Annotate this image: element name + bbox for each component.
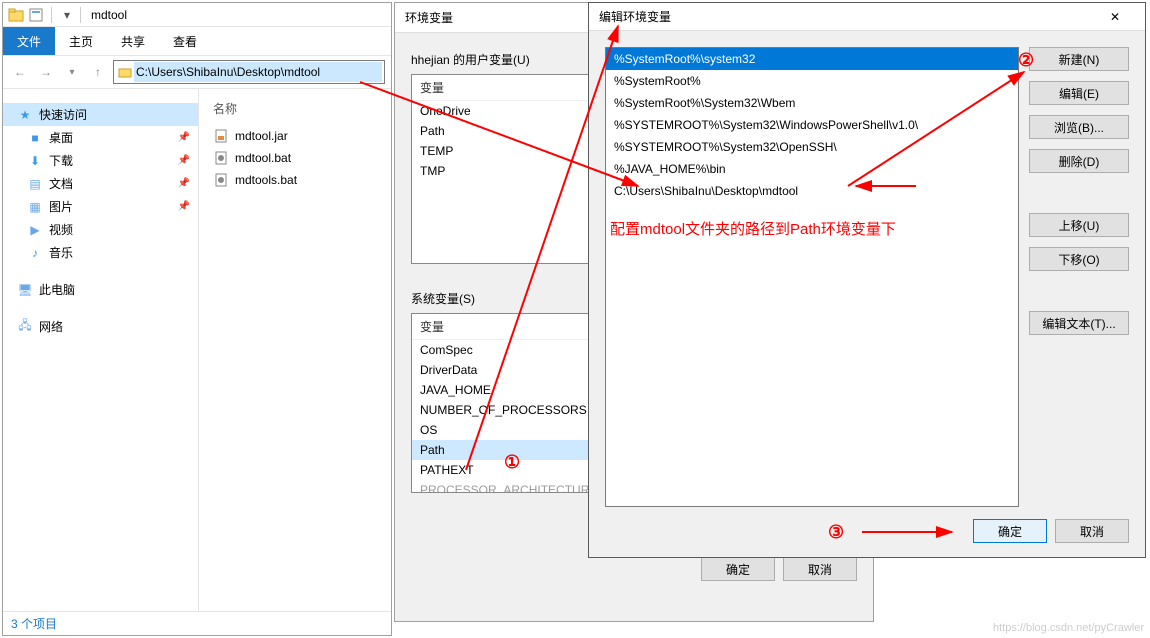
list-item[interactable]: %SystemRoot%\System32\Wbem bbox=[606, 92, 1018, 114]
tab-home[interactable]: 主页 bbox=[55, 27, 107, 55]
dropdown-icon[interactable]: ▾ bbox=[58, 6, 76, 24]
list-item[interactable]: %JAVA_HOME%\bin bbox=[606, 158, 1018, 180]
documents-icon: ▤ bbox=[27, 176, 43, 192]
file-row[interactable]: mdtools.bat bbox=[209, 169, 381, 191]
pin-icon: 📌 bbox=[178, 155, 190, 166]
file-row[interactable]: mdtool.jar bbox=[209, 125, 381, 147]
tab-share[interactable]: 共享 bbox=[107, 27, 159, 55]
item-count: 3 个项目 bbox=[11, 615, 57, 632]
dialog-title: 编辑环境变量 bbox=[599, 8, 671, 25]
address-input[interactable] bbox=[134, 62, 382, 82]
side-buttons: 新建(N) 编辑(E) 浏览(B)... 删除(D) 上移(U) 下移(O) 编… bbox=[1029, 47, 1129, 541]
downloads-icon: ⬇ bbox=[27, 153, 43, 169]
pin-icon: 📌 bbox=[178, 178, 190, 189]
up-icon[interactable]: ↑ bbox=[87, 61, 109, 83]
browse-button[interactable]: 浏览(B)... bbox=[1029, 115, 1129, 139]
nav-downloads[interactable]: ⬇下载📌 bbox=[3, 149, 198, 172]
explorer-window: ▾ mdtool 文件 主页 共享 查看 ← → ▾ ↑ ★ 快速访问 ■桌 bbox=[2, 2, 392, 636]
recent-dropdown-icon[interactable]: ▾ bbox=[61, 61, 83, 83]
star-icon: ★ bbox=[17, 107, 33, 123]
cancel-button[interactable]: 取消 bbox=[1055, 519, 1129, 543]
list-item[interactable]: %SystemRoot%\system32 bbox=[606, 48, 1018, 70]
address-bar[interactable] bbox=[113, 60, 385, 84]
music-icon: ♪ bbox=[27, 245, 43, 261]
move-up-button[interactable]: 上移(U) bbox=[1029, 213, 1129, 237]
quick-access-header[interactable]: ★ 快速访问 bbox=[3, 103, 198, 126]
explorer-titlebar: ▾ mdtool bbox=[3, 3, 391, 27]
network-icon: 🖧 bbox=[17, 319, 33, 335]
tab-view[interactable]: 查看 bbox=[159, 27, 211, 55]
edit-text-button[interactable]: 编辑文本(T)... bbox=[1029, 311, 1129, 335]
bat-icon bbox=[213, 172, 229, 188]
status-bar: 3 个项目 bbox=[3, 611, 391, 635]
delete-button[interactable]: 删除(D) bbox=[1029, 149, 1129, 173]
new-button[interactable]: 新建(N) bbox=[1029, 47, 1129, 71]
file-row[interactable]: mdtool.bat bbox=[209, 147, 381, 169]
column-name[interactable]: 名称 bbox=[209, 97, 381, 125]
nav-network[interactable]: 🖧网络 bbox=[3, 315, 198, 338]
dialog-footer: 确定 取消 bbox=[973, 519, 1129, 543]
nav-music[interactable]: ♪音乐 bbox=[3, 241, 198, 264]
folder-icon bbox=[7, 6, 25, 24]
path-list[interactable]: %SystemRoot%\system32 %SystemRoot% %Syst… bbox=[605, 47, 1019, 507]
label: 快速访问 bbox=[39, 106, 87, 123]
jar-icon bbox=[213, 128, 229, 144]
videos-icon: ▶ bbox=[27, 222, 43, 238]
nav-documents[interactable]: ▤文档📌 bbox=[3, 172, 198, 195]
tab-file[interactable]: 文件 bbox=[3, 27, 55, 55]
nav-desktop[interactable]: ■桌面📌 bbox=[3, 126, 198, 149]
nav-this-pc[interactable]: 🖥此电脑 bbox=[3, 278, 198, 301]
back-icon[interactable]: ← bbox=[9, 61, 31, 83]
edit-env-dialog: 编辑环境变量 ✕ %SystemRoot%\system32 %SystemRo… bbox=[588, 2, 1146, 558]
nav-videos[interactable]: ▶视频 bbox=[3, 218, 198, 241]
close-icon[interactable]: ✕ bbox=[1095, 10, 1135, 24]
ribbon-tabs: 文件 主页 共享 查看 bbox=[3, 27, 391, 55]
forward-icon[interactable]: → bbox=[35, 61, 57, 83]
pictures-icon: ▦ bbox=[27, 199, 43, 215]
move-down-button[interactable]: 下移(O) bbox=[1029, 247, 1129, 271]
nav-toolbar: ← → ▾ ↑ bbox=[3, 55, 391, 89]
list-item[interactable]: %SystemRoot% bbox=[606, 70, 1018, 92]
desktop-icon: ■ bbox=[27, 130, 43, 146]
edit-button[interactable]: 编辑(E) bbox=[1029, 81, 1129, 105]
watermark: https://blog.csdn.net/pyCrawler bbox=[993, 622, 1144, 634]
dialog-buttons: 确定 取消 bbox=[411, 557, 857, 581]
list-item[interactable]: %SYSTEMROOT%\System32\WindowsPowerShell\… bbox=[606, 114, 1018, 136]
pin-icon: 📌 bbox=[178, 201, 190, 212]
ok-button[interactable]: 确定 bbox=[973, 519, 1047, 543]
nav-pictures[interactable]: ▦图片📌 bbox=[3, 195, 198, 218]
list-item[interactable]: C:\Users\ShibaInu\Desktop\mdtool bbox=[606, 180, 1018, 202]
folder-icon bbox=[116, 63, 134, 81]
ok-button[interactable]: 确定 bbox=[701, 557, 775, 581]
pc-icon: 🖥 bbox=[17, 282, 33, 298]
list-item[interactable]: %SYSTEMROOT%\System32\OpenSSH\ bbox=[606, 136, 1018, 158]
bat-icon bbox=[213, 150, 229, 166]
properties-icon[interactable] bbox=[27, 6, 45, 24]
cancel-button[interactable]: 取消 bbox=[783, 557, 857, 581]
pin-icon: 📌 bbox=[178, 132, 190, 143]
dialog-titlebar: 编辑环境变量 ✕ bbox=[589, 3, 1145, 31]
nav-pane: ★ 快速访问 ■桌面📌 ⬇下载📌 ▤文档📌 ▦图片📌 ▶视频 ♪音乐 🖥此电脑 … bbox=[3, 89, 199, 611]
window-title: mdtool bbox=[91, 8, 127, 22]
file-list: 名称 mdtool.jar mdtool.bat mdtools.bat bbox=[199, 89, 391, 611]
